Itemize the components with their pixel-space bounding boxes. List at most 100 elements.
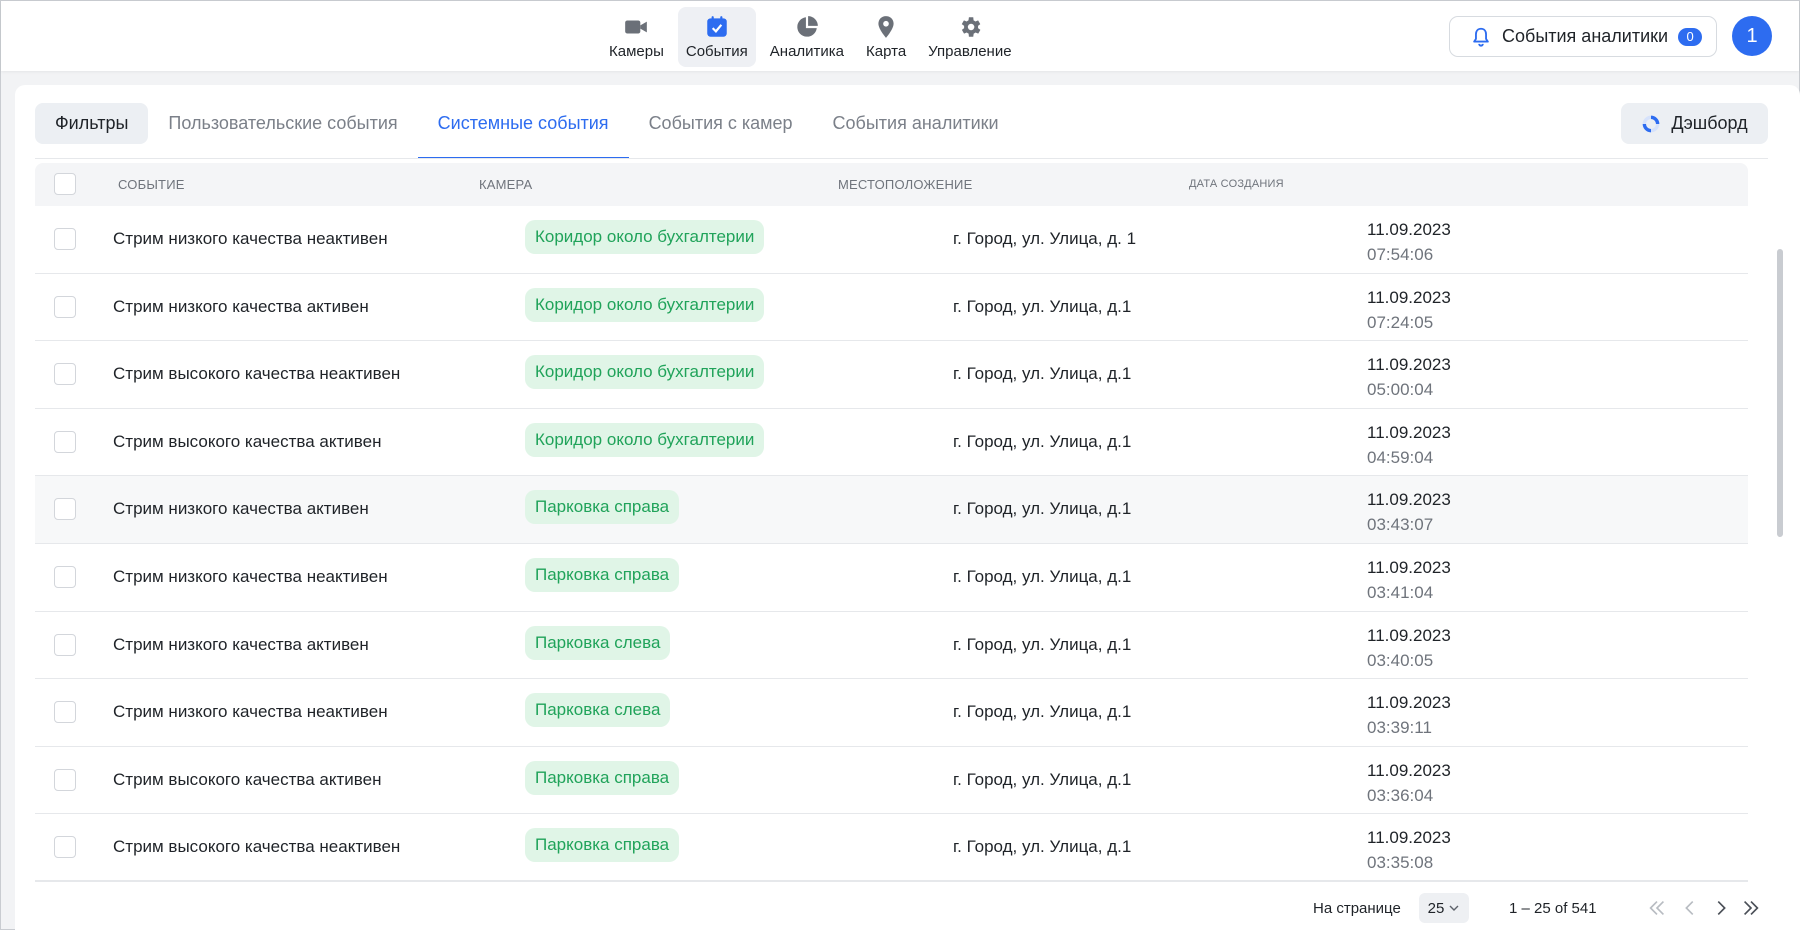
location-text: г. Город, ул. Улица, д. 1 bbox=[953, 229, 1137, 248]
camera-chip[interactable]: Парковка слева bbox=[525, 625, 671, 660]
camera-chip[interactable]: Коридор около бухгалтерии bbox=[525, 355, 765, 390]
video-camera-icon bbox=[625, 20, 648, 33]
camera-chip[interactable]: Коридор около бухгалтерии bbox=[525, 220, 765, 254]
created-datetime: 11.09.2023 03:40:05 bbox=[1367, 623, 1451, 673]
row-checkbox[interactable] bbox=[54, 363, 76, 386]
nav-management[interactable]: Управление bbox=[920, 7, 1019, 67]
row-checkbox[interactable] bbox=[54, 633, 76, 656]
camera-chip[interactable]: Парковка справа bbox=[525, 828, 680, 863]
tab-user-events[interactable]: Пользовательские события bbox=[148, 103, 417, 159]
event-name: Стрим низкого качества активен bbox=[113, 499, 369, 519]
table-row[interactable]: Стрим низкого качества активен Парковка … bbox=[35, 476, 1748, 544]
scrollbar-thumb[interactable] bbox=[1777, 249, 1783, 537]
tab-analytics-events[interactable]: События аналитики bbox=[813, 103, 1019, 159]
notification-count-badge: 0 bbox=[1678, 27, 1703, 46]
analytics-events-label: События аналитики bbox=[1502, 26, 1669, 46]
dashboard-loader-icon bbox=[1643, 115, 1660, 132]
created-date: 11.09.2023 bbox=[1367, 422, 1451, 442]
next-page-button[interactable] bbox=[1709, 896, 1733, 920]
location-text: г. Город, ул. Улица, д.1 bbox=[953, 769, 1132, 789]
created-time: 07:24:05 bbox=[1367, 312, 1434, 332]
created-time: 03:43:07 bbox=[1367, 515, 1434, 535]
created-date: 11.09.2023 bbox=[1367, 760, 1451, 780]
analytics-events-button[interactable]: События аналитики 0 bbox=[1449, 16, 1717, 57]
tab-system-events[interactable]: Системные события bbox=[417, 103, 629, 159]
created-time: 07:54:06 bbox=[1367, 245, 1434, 264]
chevron-left-icon bbox=[1685, 900, 1694, 916]
location-text: г. Город, ул. Улица, д.1 bbox=[953, 702, 1132, 722]
camera-chip[interactable]: Коридор около бухгалтерии bbox=[525, 422, 765, 457]
created-datetime: 11.09.2023 04:59:04 bbox=[1367, 420, 1451, 470]
location-text: г. Город, ул. Улица, д.1 bbox=[953, 837, 1132, 857]
row-checkbox[interactable] bbox=[54, 295, 76, 318]
per-page-value: 25 bbox=[1427, 899, 1445, 917]
event-name: Стрим низкого качества неактивен bbox=[113, 702, 388, 722]
column-header-camera: КАМЕРА bbox=[479, 177, 533, 192]
nav-map[interactable]: Карта bbox=[858, 7, 914, 67]
event-name: Стрим высокого качества неактивен bbox=[113, 364, 401, 384]
table-row[interactable]: Стрим высокого качества активен Парковка… bbox=[35, 747, 1748, 815]
created-datetime: 11.09.2023 03:35:08 bbox=[1367, 825, 1451, 875]
nav-events[interactable]: События bbox=[677, 7, 756, 67]
table-body: Стрим низкого качества неактивен Коридор… bbox=[35, 206, 1748, 882]
created-time: 03:39:11 bbox=[1367, 718, 1432, 738]
column-header-created-date[interactable]: ДАТА СОЗДАНИЯ bbox=[1189, 178, 1284, 190]
first-page-button[interactable] bbox=[1645, 896, 1669, 920]
created-datetime: 11.09.2023 07:54:06 bbox=[1367, 217, 1451, 267]
per-page-select[interactable]: 25 bbox=[1419, 893, 1469, 923]
camera-chip[interactable]: Коридор около бухгалтерии bbox=[525, 287, 765, 322]
camera-chip[interactable]: Парковка слева bbox=[525, 693, 671, 728]
avatar[interactable]: 1 bbox=[1732, 16, 1772, 56]
table-row[interactable]: Стрим высокого качества неактивен Парков… bbox=[35, 814, 1748, 882]
row-checkbox[interactable] bbox=[54, 498, 76, 521]
camera-chip[interactable]: Парковка справа bbox=[525, 490, 680, 525]
table-row[interactable]: Стрим низкого качества неактивен Парковк… bbox=[35, 544, 1748, 612]
filters-button[interactable]: Фильтры bbox=[35, 103, 149, 144]
nav-analytics-label: Аналитика bbox=[769, 42, 845, 60]
created-date: 11.09.2023 bbox=[1367, 355, 1451, 375]
map-pin-icon bbox=[878, 15, 894, 38]
previous-page-button[interactable] bbox=[1678, 896, 1702, 920]
table-row[interactable]: Стрим низкого качества неактивен Коридор… bbox=[35, 206, 1748, 274]
created-time: 04:59:04 bbox=[1367, 447, 1434, 467]
created-datetime: 11.09.2023 03:41:04 bbox=[1367, 555, 1451, 605]
created-date: 11.09.2023 bbox=[1367, 220, 1451, 239]
pagination: На странице 25 1 – 25 of 541 bbox=[15, 893, 1800, 923]
nav-analytics[interactable]: Аналитика bbox=[762, 7, 852, 67]
created-date: 11.09.2023 bbox=[1367, 557, 1451, 577]
created-date: 11.09.2023 bbox=[1367, 287, 1451, 307]
dashboard-button[interactable]: Дэшборд bbox=[1621, 103, 1768, 144]
row-checkbox[interactable] bbox=[54, 430, 76, 453]
last-page-button[interactable] bbox=[1739, 896, 1763, 920]
chevron-down-icon bbox=[1449, 905, 1459, 911]
table-row[interactable]: Стрим высокого качества активен Коридор … bbox=[35, 409, 1748, 477]
table-row[interactable]: Стрим низкого качества активен Парковка … bbox=[35, 612, 1748, 680]
tab-camera-events[interactable]: События с камер bbox=[629, 103, 813, 159]
row-checkbox[interactable] bbox=[54, 565, 76, 588]
camera-chip[interactable]: Парковка справа bbox=[525, 557, 680, 592]
created-date: 11.09.2023 bbox=[1367, 490, 1451, 510]
nav-cameras[interactable]: Камеры bbox=[601, 7, 672, 67]
created-date: 11.09.2023 bbox=[1367, 625, 1451, 645]
row-checkbox[interactable] bbox=[54, 836, 76, 859]
table-row[interactable]: Стрим высокого качества неактивен Коридо… bbox=[35, 341, 1748, 409]
location-text: г. Город, ул. Улица, д.1 bbox=[953, 499, 1132, 519]
created-time: 05:00:04 bbox=[1367, 380, 1434, 400]
created-datetime: 11.09.2023 05:00:04 bbox=[1367, 352, 1451, 402]
row-checkbox[interactable] bbox=[54, 701, 76, 724]
select-all-checkbox[interactable] bbox=[54, 173, 76, 195]
created-time: 03:35:08 bbox=[1367, 853, 1434, 873]
event-name: Стрим низкого качества неактивен bbox=[113, 229, 388, 248]
row-checkbox[interactable] bbox=[54, 768, 76, 791]
table-row[interactable]: Стрим низкого качества неактивен Парковк… bbox=[35, 679, 1748, 747]
created-datetime: 11.09.2023 07:24:05 bbox=[1367, 285, 1451, 335]
created-time: 03:40:05 bbox=[1367, 650, 1434, 670]
created-date: 11.09.2023 bbox=[1367, 828, 1451, 848]
event-name: Стрим низкого качества активен bbox=[113, 634, 369, 654]
created-datetime: 11.09.2023 03:36:04 bbox=[1367, 758, 1451, 808]
table-row[interactable]: Стрим низкого качества активен Коридор о… bbox=[35, 274, 1748, 342]
table-scrollbar[interactable] bbox=[1775, 165, 1785, 845]
camera-chip[interactable]: Парковка справа bbox=[525, 760, 680, 795]
row-checkbox[interactable] bbox=[54, 228, 76, 250]
gear-icon bbox=[961, 16, 981, 37]
